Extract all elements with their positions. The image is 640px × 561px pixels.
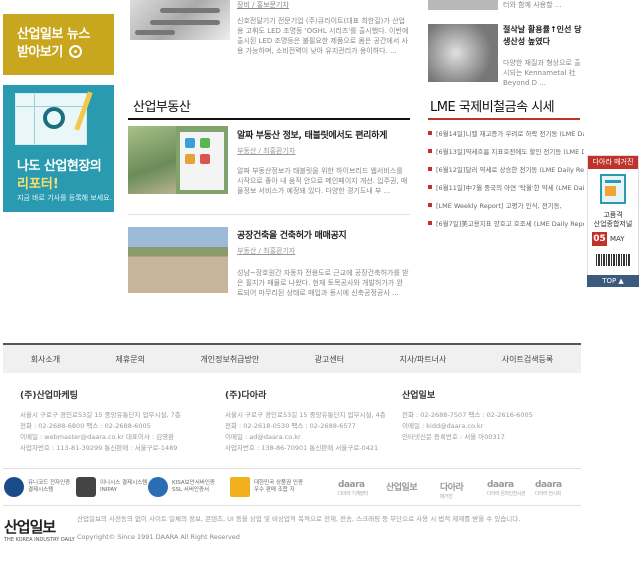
magazine-line2: 산업종합저널 (593, 220, 633, 228)
reporter-banner-line1: 나도 산업현장의 (17, 159, 102, 174)
footer-link-branches[interactable]: 지사/파트너사 (400, 354, 447, 365)
subscribe-icon (68, 45, 82, 58)
company-info: 서울시 구로구 경인로53길 15 중앙유통단지 업무시설, 7층 전화 : 0… (20, 411, 181, 452)
family-site-logo[interactable]: daara 다아라 기계장터 (338, 480, 368, 497)
article-desc: 터와 함께 사용할 ... (503, 1, 562, 9)
cert-badge[interactable]: 유니코드 전자인증 결제시스템 (4, 477, 70, 497)
magazine-widget[interactable]: 다아라 매거진 고품격 산업종합저널 05 MAY (587, 155, 639, 285)
section-divider (428, 118, 580, 120)
barcode-icon (596, 254, 630, 266)
article-title[interactable]: 알짜 부동산 정보, 태블릿에서도 편리하게 (237, 128, 387, 141)
scroll-top-button[interactable]: TOP ▲ (587, 275, 639, 287)
family-site-logo[interactable]: daara 다아라 온라인전시관 (487, 480, 526, 497)
article-desc: 성남~장호원간 자동차 전용도로 근교에 공장건축허가를 받은 필지가 매물로 … (237, 269, 409, 297)
inipay-icon (76, 477, 96, 497)
article-thumbnail[interactable] (428, 24, 498, 82)
book-icon (230, 477, 250, 497)
footer-link-ads[interactable]: 광고센터 (315, 354, 344, 365)
footer-divider (3, 505, 581, 506)
section-title-realestate[interactable]: 산업부동산 (133, 96, 191, 115)
newsletter-banner-line2: 받아보기 (17, 45, 63, 60)
list-item[interactable]: [LME Weekly Report] 고평가 인식, 전기동, (428, 196, 584, 214)
company-info: 서울시 구로구 경인로53길 15 중앙유통단지 업무시설, 4층 전화 : 0… (225, 411, 386, 452)
cert-badge[interactable]: KISA보안서버인증 SSL 서버인증서 (148, 477, 215, 497)
lme-list: [6월14일]니켈 재고증가 우려로 하락 전기동 (LME Daily Re.… (428, 124, 584, 232)
family-site-logo[interactable]: 다아라 매거진 (440, 480, 464, 500)
cert-badge[interactable]: 대한민국 상품권 인증 우수 판매 조합 지 (230, 477, 303, 497)
section-title-lme[interactable]: LME 국제비철금속 시세 (430, 96, 555, 115)
company-name: (주)산업마케팅 (20, 391, 78, 401)
magazine-issue-month: MAY (610, 235, 625, 243)
article-desc: 알짜 부동산정보가 태블릿을 위한 하이브리드 웹서비스를 시작으로 좋아 내 … (237, 167, 408, 195)
security-seal-icon (4, 477, 24, 497)
copyright: Copyright© Since 1991 DAARA All Right Re… (77, 533, 240, 541)
family-site-logo[interactable]: daara 다아라 전시회 (535, 480, 562, 497)
legal-notice: 산업일보의 사전동의 없이 사이트 일체의 정보, 콘텐츠, UI 등을 상업 … (77, 515, 521, 523)
list-item[interactable]: [6월12일]달러 약세로 상승한 전기동 (LME Daily Report) (428, 160, 584, 178)
footer-nav: 회사소개 제휴문의 개인정보취급방안 광고센터 지사/파트너사 사이트검색등록 (3, 343, 581, 373)
article-thumbnail[interactable] (130, 0, 230, 40)
company-info: 전화 : 02-2688-7507 팩스 : 02-2616-6005 이메일 … (402, 411, 533, 441)
list-item[interactable]: [6월13일]약세흐름 지표호전에도 할인 전기동 (LME Daily... (428, 142, 584, 160)
article-meta[interactable]: 장비 / 홍보문기자 (237, 0, 289, 10)
gear-icon (43, 107, 65, 129)
footer-divider (3, 468, 581, 469)
company-name: (주)다아라 (225, 391, 267, 401)
article-meta[interactable]: 부동산 / 최홍환기자 (237, 246, 295, 256)
article-title[interactable]: 공장건축을 건축허가 매매공지 (237, 228, 347, 241)
article-desc: 다양한 재질과 형상으로 출시되는 Kennametal 社 Beyond D … (503, 59, 581, 87)
kisa-seal-icon (148, 477, 168, 497)
article-title[interactable]: 절삭날 활용률↑인선 당 생산성 높였다 (503, 24, 583, 48)
company-name: 산업일보 (402, 391, 436, 401)
cert-badge[interactable]: 이니시스 결제시스템 INIPAY (76, 477, 147, 497)
magazine-header: 다아라 매거진 (588, 156, 638, 169)
list-item[interactable]: [6월11일]中7월 중국의 아연 '탁월'한 약세 (LME Daily ..… (428, 178, 584, 196)
magazine-icon (600, 174, 626, 204)
reporter-banner-line3: 지금 바로 기사를 등록해 보세요. (17, 194, 112, 202)
magazine-issue-number: 05 (592, 232, 607, 246)
family-site-logo[interactable]: 산업일보 (386, 480, 418, 493)
article-meta[interactable]: 부동산 / 최홍환기자 (237, 146, 295, 156)
article-desc: 신호전달기기 전문기업 (주)큐라이트(대표 최한길)가 산업용 고휘도 LED… (237, 17, 409, 55)
section-divider (128, 214, 410, 215)
article-thumbnail[interactable] (128, 126, 228, 194)
footer-link-partnership[interactable]: 제휴문의 (116, 354, 145, 365)
newsletter-banner[interactable]: 산업일보 뉴스 받아보기 (3, 14, 114, 75)
footer-link-privacy[interactable]: 개인정보취급방안 (200, 354, 259, 365)
site-logo[interactable]: 산업일보 THE KOREA INDUSTRY DAILY (4, 516, 75, 543)
article-thumbnail[interactable] (128, 227, 228, 293)
article-thumbnail[interactable] (428, 0, 498, 10)
reporter-banner-line2: 리포터! (17, 177, 59, 192)
footer-link-about[interactable]: 회사소개 (31, 354, 60, 365)
section-divider (128, 118, 410, 120)
newsletter-banner-line1: 산업일보 뉴스 (17, 27, 90, 42)
list-item[interactable]: [6월7일]美고용지표 양호고 호조세 (LME Daily Report) (428, 214, 584, 232)
reporter-banner[interactable]: 나도 산업현장의 리포터! 지금 바로 기사를 등록해 보세요. (3, 85, 114, 212)
footer-link-site-register[interactable]: 사이트검색등록 (502, 354, 554, 365)
list-item[interactable]: [6월14일]니켈 재고증가 우려로 하락 전기동 (LME Daily Re.… (428, 124, 584, 142)
